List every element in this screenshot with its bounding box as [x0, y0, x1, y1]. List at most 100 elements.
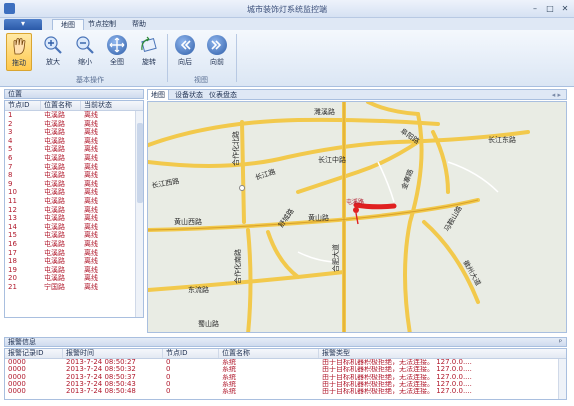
table-row[interactable]: 3 屯溪路 离线 [5, 128, 143, 137]
alarm-id-cell: 0000 [8, 388, 26, 396]
table-row[interactable]: 0000 2013-7-24 08:50:43 0 系统 由于目标机器积极拒绝，无法连接… [5, 381, 566, 388]
node-id-cell: 19 [8, 265, 17, 274]
zoom-out-button[interactable]: 缩小 [72, 33, 98, 71]
tab-device-status[interactable]: 设备状态 [172, 90, 206, 100]
pin-icon[interactable]: ᵖ [559, 338, 562, 347]
table-row[interactable]: 12 屯溪路 离线 [5, 206, 143, 215]
node-id-cell: 0 [166, 359, 171, 366]
rotate-button[interactable]: 旋转 [136, 33, 162, 71]
alarm-id-cell: 0000 [8, 366, 26, 374]
node-id-cell: 17 [8, 248, 17, 257]
node-table: 节点ID 位置名称 当前状态 1 屯溪路 离线 2 屯溪路 离线 3 屯溪路 离线 4 屯溪路 离线 5… [4, 100, 144, 318]
node-id-cell: 10 [8, 188, 17, 197]
table-row[interactable]: 14 屯溪路 离线 [5, 223, 143, 232]
alarm-time-cell: 2013-7-24 08:50:27 [66, 359, 136, 366]
table-row[interactable]: 0000 2013-7-24 08:50:37 0 系统 由于目标机器积极拒绝，无法连接… [5, 374, 566, 381]
alarm-time-cell: 2013-7-24 08:50:32 [66, 366, 136, 374]
table-row[interactable]: 6 屯溪路 离线 [5, 154, 143, 163]
table-row[interactable]: 7 屯溪路 离线 [5, 163, 143, 172]
minimize-button[interactable]: – [528, 3, 542, 14]
table-row[interactable]: 10 屯溪路 离线 [5, 188, 143, 197]
alarm-type-cell: 由于目标机器积极拒绝，无法连接。 127.0.0.... [322, 388, 472, 396]
table-row[interactable]: 1 屯溪路 离线 [5, 111, 143, 120]
alarm-type-cell: 由于目标机器积极拒绝，无法连接。 127.0.0.... [322, 359, 472, 366]
location-panel-header: 位置 [4, 89, 144, 99]
forward-button[interactable]: 向前 [204, 33, 230, 71]
status-cell: 离线 [84, 196, 98, 205]
node-table-header: 节点ID 位置名称 当前状态 [5, 101, 143, 111]
node-id-cell: 9 [8, 179, 13, 188]
location-name-cell: 屯溪路 [44, 153, 65, 162]
road-label: 黄山路 [308, 213, 329, 222]
col-alarm-type[interactable]: 报警类型 [319, 349, 559, 358]
app-menu-button[interactable]: ▾ [4, 19, 42, 30]
table-row[interactable]: 13 屯溪路 离线 [5, 214, 143, 223]
table-row[interactable]: 0000 2013-7-24 08:50:48 0 系统 由于目标机器积极拒绝，无法连接… [5, 388, 566, 395]
close-button[interactable]: ✕ [558, 3, 572, 14]
table-row[interactable]: 4 屯溪路 离线 [5, 137, 143, 146]
zoom-in-button[interactable]: 放大 [40, 33, 66, 71]
group-separator [167, 34, 168, 82]
alarm-time-cell: 2013-7-24 08:50:37 [66, 373, 136, 381]
table-row[interactable]: 17 屯溪路 离线 [5, 249, 143, 258]
location-name-cell: 屯溪路 [44, 162, 65, 171]
col-node-id[interactable]: 节点ID [163, 349, 219, 358]
table-row[interactable]: 21 宁国路 离线 [5, 283, 143, 292]
col-location-name[interactable]: 位置名称 [41, 101, 81, 110]
alarm-table: 报警记录ID 报警时间 节点ID 位置名称 报警类型 0000 2013-7-24… [4, 348, 567, 400]
table-row[interactable]: 0000 2013-7-24 08:50:27 0 系统 由于目标机器积极拒绝，无法连接… [5, 359, 566, 366]
location-name-cell: 屯溪路 [44, 265, 65, 274]
col-alarm-id[interactable]: 报警记录ID [5, 349, 63, 358]
full-extent-icon [107, 35, 127, 55]
location-name-cell: 屯溪路 [44, 248, 65, 257]
back-button[interactable]: 向后 [172, 33, 198, 71]
full-extent-button[interactable]: 全图 [104, 33, 130, 71]
table-row[interactable]: 18 屯溪路 离线 [5, 257, 143, 266]
table-row[interactable]: 9 屯溪路 离线 [5, 180, 143, 189]
node-id-cell: 0 [166, 373, 171, 381]
status-cell: 离线 [84, 248, 98, 257]
col-alarm-time[interactable]: 报警时间 [63, 349, 163, 358]
status-cell: 离线 [84, 162, 98, 171]
table-row[interactable]: 11 屯溪路 离线 [5, 197, 143, 206]
location-name-cell: 系统 [222, 388, 236, 396]
node-id-cell: 8 [8, 171, 13, 180]
road-label: 合作化北路 [231, 131, 240, 166]
table-row[interactable]: 20 屯溪路 离线 [5, 274, 143, 283]
table-row[interactable]: 19 屯溪路 离线 [5, 266, 143, 275]
tab-dashboard[interactable]: 仪表盘态 [206, 90, 240, 100]
node-id-cell: 0 [166, 388, 171, 396]
node-id-cell: 1 [8, 111, 13, 119]
location-name-cell: 屯溪路 [44, 128, 65, 137]
tab-scroll-arrows[interactable]: ◂ ▸ [549, 90, 564, 100]
alarm-panel-header: 报警信息 ᵖ [4, 337, 567, 347]
back-icon [175, 35, 195, 55]
node-table-scrollbar[interactable] [135, 111, 143, 317]
node-id-cell: 0 [166, 380, 171, 388]
table-row[interactable]: 5 屯溪路 离线 [5, 145, 143, 154]
tab-help[interactable]: 帮助 [124, 19, 154, 30]
table-row[interactable]: 0000 2013-7-24 08:50:32 0 系统 由于目标机器积极拒绝，无法连接… [5, 366, 566, 373]
map-view[interactable]: 濉溪路 阜阳路 长江中路 长江西路 长江路 长江东路 金寨路 黄山西路 黄山路 … [147, 101, 567, 333]
node-id-cell: 5 [8, 145, 13, 154]
alarm-table-scrollbar[interactable] [558, 359, 566, 399]
node-id-cell: 18 [8, 257, 17, 266]
group-separator [236, 34, 237, 82]
table-row[interactable]: 8 屯溪路 离线 [5, 171, 143, 180]
alarm-id-cell: 0000 [8, 359, 26, 366]
maximize-button[interactable]: □ [543, 3, 557, 14]
status-cell: 离线 [84, 257, 98, 266]
drag-button[interactable]: 拖动 [6, 33, 32, 71]
scrollbar-thumb[interactable] [137, 123, 143, 203]
table-row[interactable]: 2 屯溪路 离线 [5, 120, 143, 129]
col-current-status[interactable]: 当前状态 [81, 101, 137, 110]
col-node-id[interactable]: 节点ID [5, 101, 41, 110]
alarm-type-cell: 由于目标机器积极拒绝，无法连接。 127.0.0.... [322, 380, 472, 388]
tab-node-control[interactable]: 节点控制 [80, 19, 124, 30]
location-name-cell: 屯溪路 [44, 239, 65, 248]
tab-map-view[interactable]: 地图 [148, 90, 169, 100]
table-row[interactable]: 15 屯溪路 离线 [5, 231, 143, 240]
alarm-type-cell: 由于目标机器积极拒绝，无法连接。 127.0.0.... [322, 366, 472, 374]
table-row[interactable]: 16 屯溪路 离线 [5, 240, 143, 249]
col-location-name[interactable]: 位置名称 [219, 349, 319, 358]
